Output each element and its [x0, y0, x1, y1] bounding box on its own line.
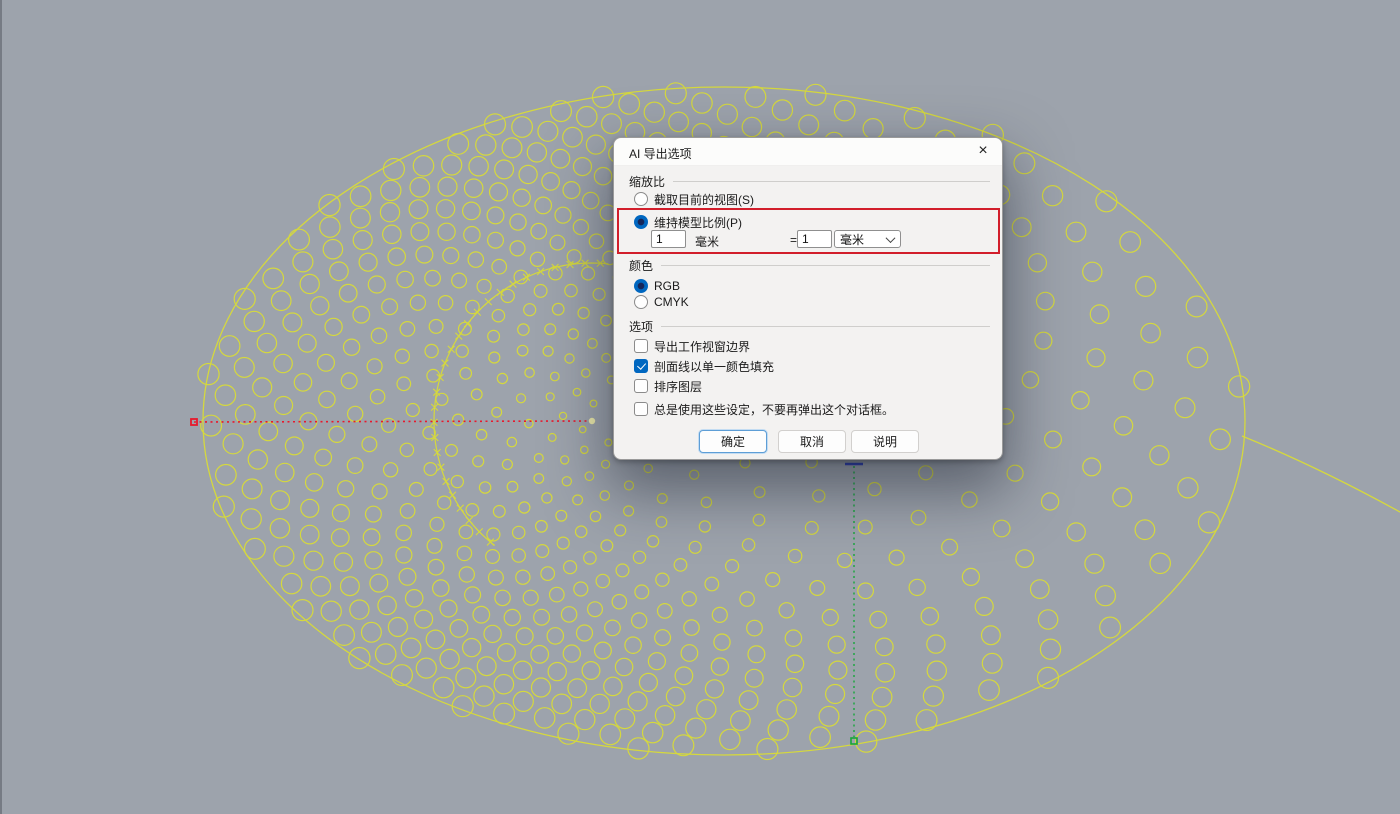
radio-model-scale[interactable]: 维持模型比例(P)	[634, 214, 742, 230]
cad-viewport[interactable]: AI 导出选项 × 缩放比 截取目前的视图(S) 维持模型比例(P) 毫米 = …	[0, 0, 1400, 814]
checkbox-icon[interactable]	[634, 402, 648, 416]
radio-icon[interactable]	[634, 279, 648, 293]
checkbox-hatch-single-color[interactable]: 剖面线以单一颜色填充	[634, 358, 774, 374]
divider	[673, 180, 990, 182]
checkbox-always-use-settings[interactable]: 总是使用这些设定，不要再弹出这个对话框。	[634, 401, 894, 417]
checkbox-label: 总是使用这些设定，不要再弹出这个对话框。	[654, 402, 895, 417]
radio-snapshot-view[interactable]: 截取目前的视图(S)	[634, 191, 754, 207]
radio-snapshot-label: 截取目前的视图(S)	[654, 192, 754, 207]
radio-icon[interactable]	[634, 215, 648, 229]
radio-cmyk-label: CMYK	[654, 295, 689, 309]
checkbox-label: 剖面线以单一颜色填充	[654, 359, 775, 374]
help-button[interactable]: 说明	[851, 430, 919, 453]
dialog-titlebar[interactable]: AI 导出选项 ×	[614, 138, 1002, 166]
checkbox-icon[interactable]	[634, 339, 648, 353]
ok-button[interactable]: 确定	[699, 430, 767, 453]
divider	[661, 325, 990, 327]
section-scale-header: 缩放比	[629, 174, 990, 189]
cancel-button[interactable]: 取消	[778, 430, 846, 453]
ai-export-options-dialog: AI 导出选项 × 缩放比 截取目前的视图(S) 维持模型比例(P) 毫米 = …	[613, 137, 1003, 460]
checkbox-label: 导出工作视窗边界	[654, 339, 751, 354]
checkbox-export-viewport-border[interactable]: 导出工作视窗边界	[634, 338, 750, 354]
section-color-header: 颜色	[629, 258, 990, 273]
equals-sign: =	[790, 233, 798, 247]
radio-icon[interactable]	[634, 295, 648, 309]
right-unit-value: 毫米	[840, 232, 865, 247]
section-color-label: 颜色	[629, 258, 654, 273]
section-options-label: 选项	[629, 319, 654, 334]
radio-rgb-label: RGB	[654, 279, 681, 293]
radio-model-label: 维持模型比例(P)	[654, 215, 742, 230]
left-scale-input[interactable]	[651, 230, 686, 248]
close-icon[interactable]: ×	[973, 141, 993, 161]
checkbox-icon[interactable]	[634, 379, 648, 393]
section-options-header: 选项	[629, 319, 990, 334]
checkbox-label: 排序图层	[654, 379, 703, 394]
dialog-title: AI 导出选项	[629, 147, 692, 161]
radio-cmyk[interactable]: CMYK	[634, 294, 689, 310]
left-unit-label: 毫米	[695, 235, 720, 249]
checkbox-sort-layers[interactable]: 排序图层	[634, 378, 702, 394]
checkbox-icon[interactable]	[634, 359, 648, 373]
right-unit-dropdown[interactable]: 毫米	[834, 230, 901, 248]
section-scale-label: 缩放比	[629, 174, 666, 189]
right-scale-input[interactable]	[797, 230, 832, 248]
divider	[661, 264, 990, 266]
radio-rgb[interactable]: RGB	[634, 278, 680, 294]
chevron-down-icon	[885, 232, 896, 243]
radio-icon[interactable]	[634, 192, 648, 206]
